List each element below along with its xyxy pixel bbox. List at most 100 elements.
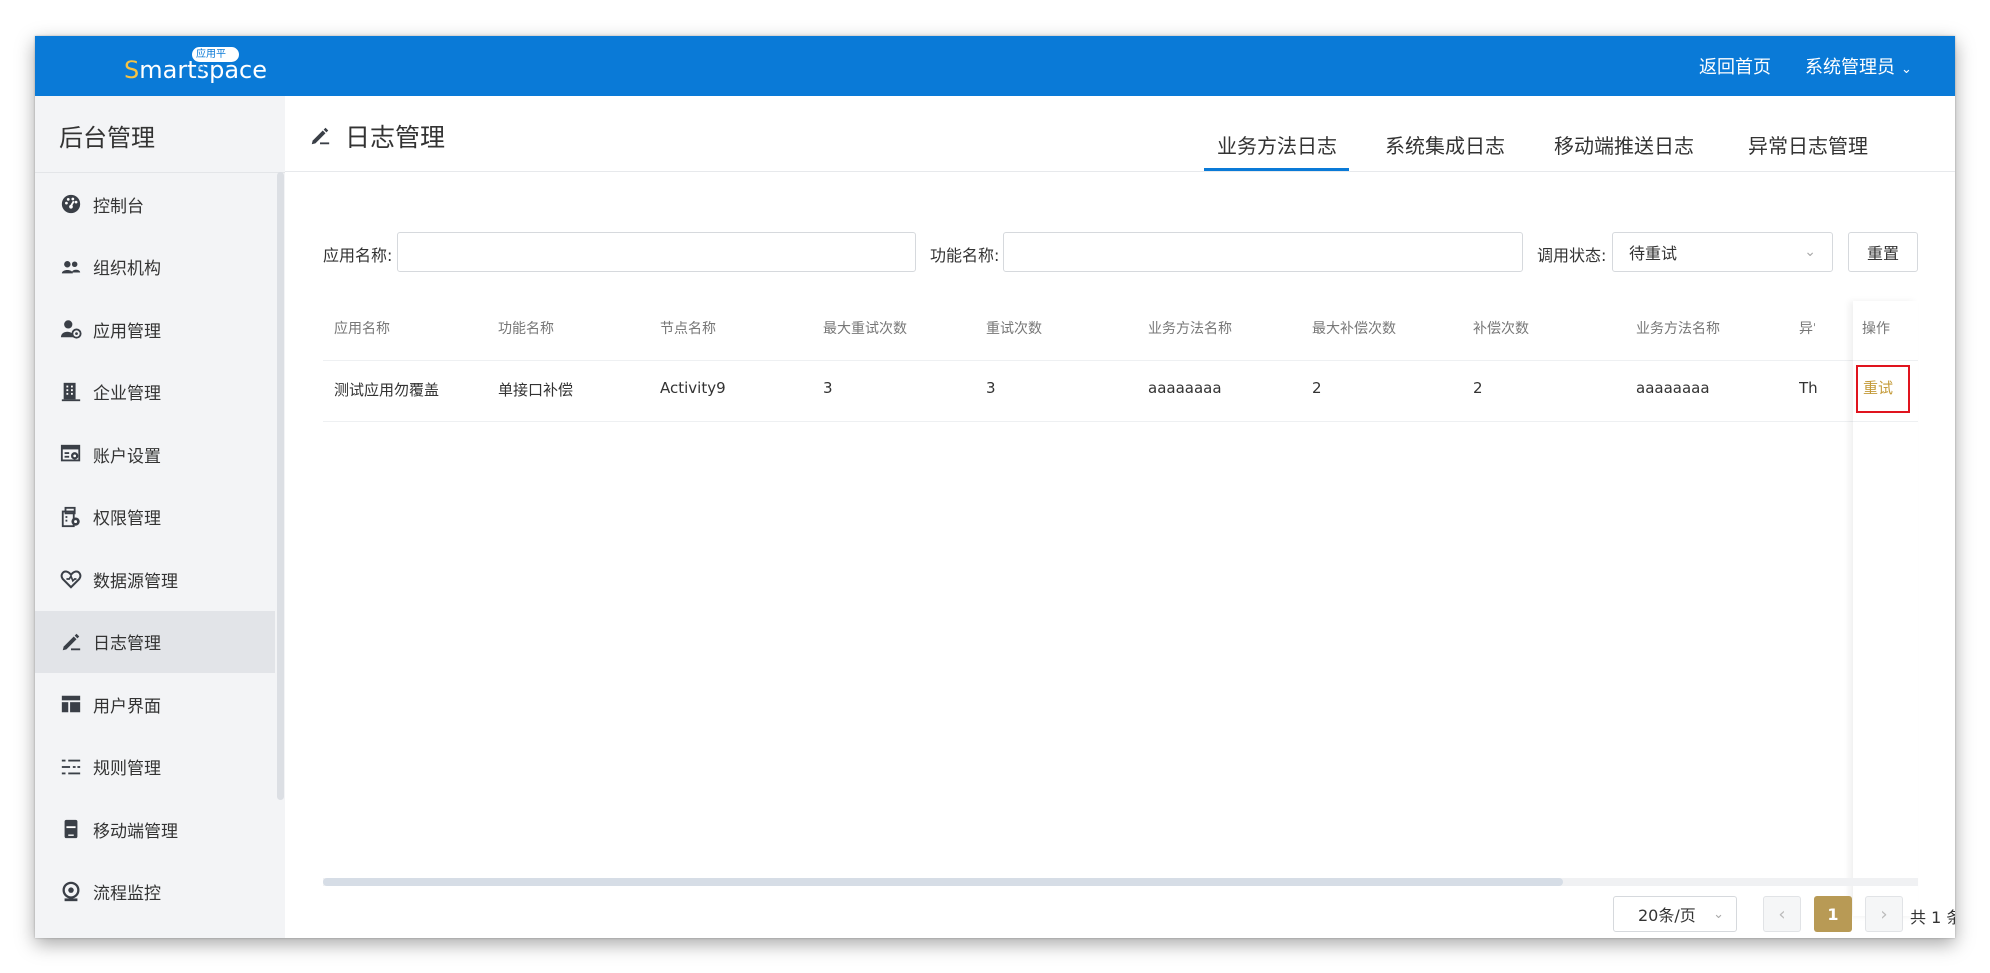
table-cell: 3 <box>823 379 833 397</box>
sidebar-item-dashboard[interactable]: 控制台 <box>35 173 275 236</box>
function-name-input[interactable] <box>1003 232 1523 272</box>
sidebar-item-label: 日志管理 <box>93 634 161 655</box>
table-row-divider <box>323 421 1918 422</box>
user-menu[interactable]: 系统管理员 ⌄ <box>1805 53 1912 79</box>
chevron-down-icon: ⌄ <box>1713 906 1724 922</box>
table-cell: 3 <box>986 379 996 397</box>
user-menu-label: 系统管理员 <box>1805 57 1895 78</box>
home-link[interactable]: 返回首页 <box>1699 53 1771 79</box>
sidebar-item-permission[interactable]: 权限管理 <box>35 486 275 549</box>
chevron-down-icon: ⌄ <box>1901 62 1912 77</box>
sidebar-scrollbar[interactable] <box>277 172 284 800</box>
page-size-select[interactable]: 20条/页 ⌄ <box>1613 896 1737 932</box>
sidebar-item-organization[interactable]: 组织机构 <box>35 236 275 299</box>
column-header: 最大重试次数 <box>823 321 907 337</box>
sidebar-item-mobile[interactable]: 移动端管理 <box>35 798 275 861</box>
column-header: 业务方法名称 <box>1148 321 1232 337</box>
sidebar-item-enterprise[interactable]: 企业管理 <box>35 361 275 424</box>
scrollbar-thumb[interactable] <box>323 878 1563 886</box>
edit-icon <box>59 630 83 654</box>
table-header-divider <box>323 360 1918 361</box>
table-header-divider <box>1853 360 1918 361</box>
sidebar-item-label: 应用管理 <box>93 321 161 342</box>
page-header: 日志管理 业务方法日志 系统集成日志 移动端推送日志 异常日志管理 <box>285 96 1955 172</box>
sidebar-item-label: 用户界面 <box>93 696 161 717</box>
table-cell: 2 <box>1473 379 1483 397</box>
building-icon <box>59 380 83 404</box>
call-status-label: 调用状态: <box>1537 246 1607 265</box>
call-status-value: 待重试 <box>1629 244 1678 263</box>
total-count: 共 1 条 <box>1910 908 1955 927</box>
function-name-label: 功能名称: <box>930 246 1000 265</box>
table-cell: aaaaaaaa <box>1636 379 1710 397</box>
sidebar-item-rules[interactable]: 规则管理 <box>35 736 275 799</box>
column-header: 节点名称 <box>660 321 716 337</box>
table-cell: 2 <box>1312 379 1322 397</box>
column-header: 重试次数 <box>986 321 1042 337</box>
column-header: 业务方法名称 <box>1636 321 1720 337</box>
horizontal-scrollbar[interactable] <box>323 878 1918 886</box>
call-status-select[interactable]: 待重试 ⌄ <box>1612 232 1833 272</box>
chevron-right-icon: › <box>1880 903 1888 925</box>
log-table: 应用名称 功能名称 节点名称 最大重试次数 重试次数 业务方法名称 最大补偿次数… <box>323 301 1918 916</box>
tab-system-integration-log[interactable]: 系统集成日志 <box>1385 130 1505 159</box>
tab-mobile-push-log[interactable]: 移动端推送日志 <box>1554 130 1694 159</box>
sidebar-item-account-settings[interactable]: 账户设置 <box>35 423 275 486</box>
sidebar-item-app-management[interactable]: 应用管理 <box>35 298 275 361</box>
column-header: 异常 <box>1799 321 1815 337</box>
heart-icon <box>59 567 83 591</box>
column-header: 应用名称 <box>334 321 390 337</box>
top-bar: Smartspace 应用平台 返回首页 系统管理员 ⌄ <box>35 36 1955 96</box>
action-column: 操作 重试 <box>1853 301 1918 916</box>
page-number-current[interactable]: 1 <box>1814 896 1852 932</box>
table-cell: 单接口补偿 <box>498 381 574 399</box>
column-header: 功能名称 <box>498 321 554 337</box>
dashboard-icon <box>59 192 83 216</box>
sidebar-item-label: 流程监控 <box>93 884 161 905</box>
table-cell: Activity9 <box>660 379 726 397</box>
highlight-annotation <box>1856 365 1910 413</box>
sidebar-title: 后台管理 <box>59 124 155 152</box>
app-name-input[interactable] <box>397 232 916 272</box>
sidebar-menu: 控制台 组织机构 应用管理 企业管理 账户设置 权限管理 数据源管理 日志管理 … <box>35 173 275 923</box>
sidebar-item-label: 账户设置 <box>93 446 161 467</box>
column-header-action: 操作 <box>1862 321 1890 337</box>
rules-icon <box>59 755 83 779</box>
monitor-icon <box>59 880 83 904</box>
table-cell: 测试应用勿覆盖 <box>334 381 440 399</box>
sidebar-item-label: 组织机构 <box>93 259 161 280</box>
sidebar: 后台管理 控制台 组织机构 应用管理 企业管理 账户设置 权限管理 数据源管理 … <box>35 96 285 938</box>
chevron-left-icon: ‹ <box>1778 903 1786 925</box>
app-window: Smartspace 应用平台 返回首页 系统管理员 ⌄ 后台管理 控制台 组织机… <box>35 36 1955 938</box>
table-row-divider <box>1853 421 1918 422</box>
table-cell: Th <box>1799 379 1817 397</box>
prev-page-button[interactable]: ‹ <box>1763 896 1801 932</box>
logo[interactable]: Smartspace 应用平台 <box>124 47 267 84</box>
sidebar-item-label: 企业管理 <box>93 384 161 405</box>
page-title-text: 日志管理 <box>345 123 446 152</box>
sidebar-item-datasource[interactable]: 数据源管理 <box>35 548 275 611</box>
app-name-label: 应用名称: <box>323 246 393 265</box>
tab-business-method-log[interactable]: 业务方法日志 <box>1217 130 1337 159</box>
sidebar-item-user-interface[interactable]: 用户界面 <box>35 673 275 736</box>
layout-icon <box>59 692 83 716</box>
reset-button[interactable]: 重置 <box>1848 232 1918 272</box>
page-size-value: 20条/页 <box>1638 906 1696 925</box>
sidebar-item-log-management[interactable]: 日志管理 <box>35 610 275 673</box>
logo-badge: 应用平台 <box>192 47 239 75</box>
sidebar-item-label: 数据源管理 <box>93 571 178 592</box>
main-content: 日志管理 业务方法日志 系统集成日志 移动端推送日志 异常日志管理 应用名称: … <box>285 96 1955 938</box>
account-settings-icon <box>59 442 83 466</box>
sidebar-item-process-monitor[interactable]: 流程监控 <box>35 861 275 924</box>
tab-exception-log[interactable]: 异常日志管理 <box>1748 130 1868 159</box>
next-page-button[interactable]: › <box>1865 896 1903 932</box>
column-header: 补偿次数 <box>1473 321 1529 337</box>
mobile-icon <box>59 817 83 841</box>
user-settings-icon <box>59 317 83 341</box>
users-icon <box>59 255 83 279</box>
sidebar-item-label: 权限管理 <box>93 509 161 530</box>
page-title: 日志管理 <box>309 118 445 154</box>
sidebar-item-label: 移动端管理 <box>93 821 178 842</box>
edit-icon <box>311 127 330 145</box>
table-cell: aaaaaaaa <box>1148 379 1222 397</box>
